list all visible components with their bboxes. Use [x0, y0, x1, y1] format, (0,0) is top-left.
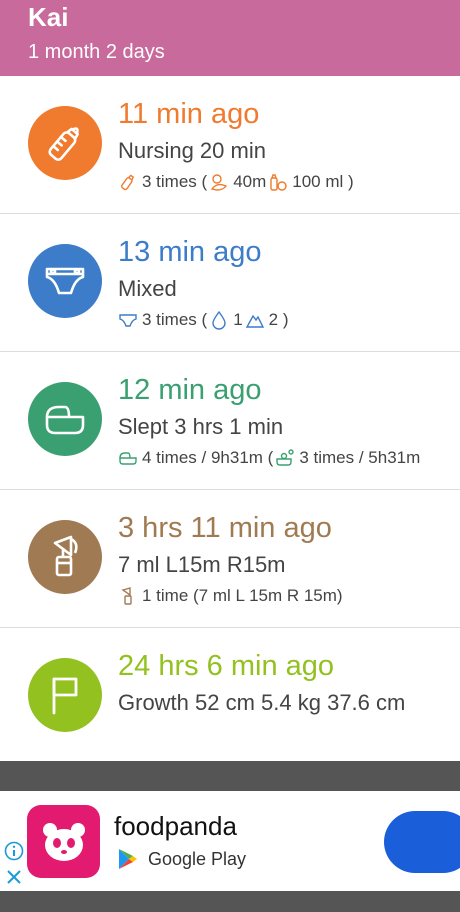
feeding-time-ago: 11 min ago: [118, 98, 260, 130]
diaper-small-icon: [119, 314, 137, 327]
nursing-icon: [210, 174, 228, 191]
sleep-row[interactable]: 12 min ago Slept 3 hrs 1 min 4 times / 9…: [0, 352, 460, 490]
divider-bar: [0, 761, 460, 791]
nap-icon: [276, 449, 295, 466]
bottle-volume: 100 ml ): [292, 172, 354, 191]
sleep-circle[interactable]: [28, 382, 102, 456]
ad-store[interactable]: Google Play: [116, 847, 246, 871]
diaper-circle[interactable]: [28, 244, 102, 318]
feeding-count: 3 times (: [142, 172, 208, 191]
crib-small-icon: [119, 452, 137, 465]
foodpanda-logo[interactable]: [27, 805, 100, 878]
feeding-row[interactable]: 11 min ago Nursing 20 min 3 times ( 40m …: [0, 76, 460, 214]
store-label: Google Play: [148, 848, 247, 869]
pump-circle[interactable]: [28, 520, 102, 594]
pump-summary: 7 ml L15m R15m: [118, 552, 286, 577]
diaper-icon: [45, 267, 85, 295]
ad-title[interactable]: foodpanda: [114, 811, 237, 842]
growth-row[interactable]: 24 hrs 6 min ago Growth 52 cm 5.4 kg 37.…: [0, 628, 460, 764]
ad-close-icon[interactable]: [4, 867, 24, 887]
sleep-stats: 4 times / 9h31m ( 3 times / 5h31m: [118, 448, 420, 468]
sleep-summary: Slept 3 hrs 1 min: [118, 414, 284, 439]
google-play-icon: [119, 849, 137, 869]
diaper-row[interactable]: 13 min ago Mixed 3 times ( 1 2 ): [0, 214, 460, 352]
bottles-icon: [270, 174, 287, 191]
feeding-summary: Nursing 20 min: [118, 138, 266, 163]
diaper-stats: 3 times ( 1 2 ): [118, 310, 289, 330]
pump-count: 1 time (7 ml L 15m R 15m): [142, 586, 343, 605]
app-header: Kai 1 month 2 days: [0, 0, 460, 76]
baby-age: 1 month 2 days: [28, 41, 165, 63]
ad-banner[interactable]: foodpanda Google Play: [0, 791, 460, 891]
pump-stats: 1 time (7 ml L 15m R 15m): [118, 586, 343, 606]
growth-summary: Growth 52 cm 5.4 kg 37.6 cm: [118, 690, 406, 715]
dirty-count: 2 ): [268, 310, 289, 329]
pump-small-icon: [121, 587, 132, 605]
feeding-circle[interactable]: [28, 106, 102, 180]
sleep-count: 4 times / 9h31m (: [142, 448, 274, 467]
panda-icon: [42, 822, 85, 861]
growth-time-ago: 24 hrs 6 min ago: [118, 650, 335, 682]
pump-row[interactable]: 3 hrs 11 min ago 7 ml L15m R15m 1 time (…: [0, 490, 460, 628]
dirty-icon: [245, 314, 264, 328]
pump-time-ago: 3 hrs 11 min ago: [118, 512, 332, 544]
nursing-duration: 40m: [233, 172, 267, 191]
wet-count: 1: [233, 310, 243, 329]
growth-circle[interactable]: [28, 658, 102, 732]
nap-count: 3 times / 5h31m: [299, 448, 421, 467]
bottle-small-icon: [121, 174, 135, 191]
bottle-icon: [48, 127, 80, 161]
diaper-time-ago: 13 min ago: [118, 236, 262, 268]
bottom-bar: [0, 891, 460, 912]
wet-drop-icon: [212, 310, 226, 330]
diaper-count: 3 times (: [142, 310, 208, 329]
sleep-time-ago: 12 min ago: [118, 374, 262, 406]
diaper-summary: Mixed: [118, 276, 177, 301]
crib-icon: [45, 405, 85, 435]
feeding-stats: 3 times ( 40m 100 ml ): [118, 172, 354, 192]
activity-list: 11 min ago Nursing 20 min 3 times ( 40m …: [0, 76, 460, 764]
ad-install-button[interactable]: [384, 811, 460, 873]
flag-icon: [52, 677, 78, 715]
baby-name[interactable]: Kai: [28, 2, 68, 33]
ad-info-icon[interactable]: [4, 841, 24, 861]
breast-pump-icon: [53, 535, 78, 577]
